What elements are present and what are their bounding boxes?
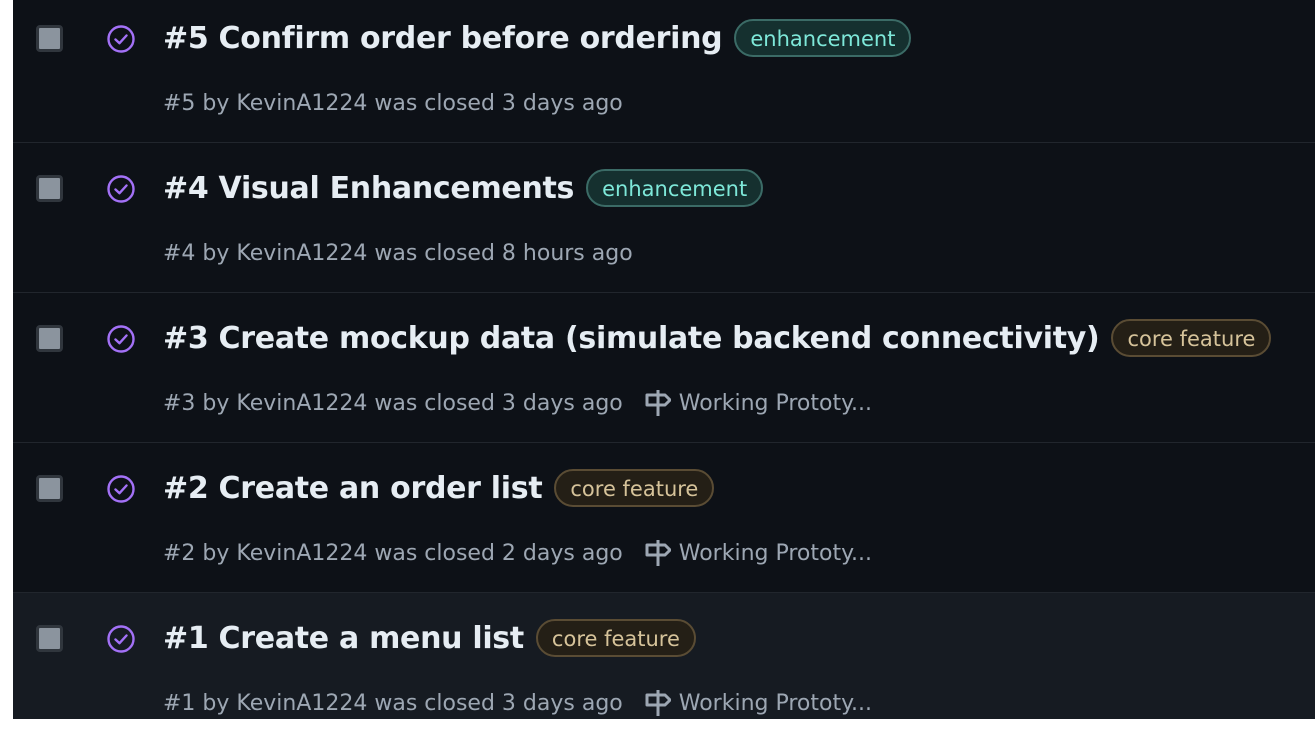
issue-title-link[interactable]: #3 Create mockup data (simulate backend … <box>163 321 1100 356</box>
label-enhancement[interactable]: enhancement <box>734 19 912 57</box>
issue-meta-text: #3 by KevinA1224 was closed 3 days ago <box>163 390 623 416</box>
issue-closed-icon <box>107 175 135 203</box>
label-core-feature[interactable]: core feature <box>554 469 715 507</box>
title-line: #3 Create mockup data (simulate backend … <box>163 313 1272 363</box>
issue-row: #1 Create a menu list core feature #1 by… <box>13 593 1315 719</box>
milestone-icon <box>645 540 671 566</box>
milestone-icon <box>645 690 671 716</box>
issue-meta: #1 by KevinA1224 was closed 3 days ago W… <box>163 683 872 719</box>
issue-checkbox[interactable] <box>36 325 63 352</box>
label-enhancement[interactable]: enhancement <box>586 169 764 207</box>
issue-meta-text: #1 by KevinA1224 was closed 3 days ago <box>163 690 623 716</box>
issue-meta: #4 by KevinA1224 was closed 8 hours ago <box>163 233 633 273</box>
title-line: #4 Visual Enhancements enhancement <box>163 163 764 213</box>
issue-row: #5 Confirm order before ordering enhance… <box>13 0 1315 143</box>
label-core-feature[interactable]: core feature <box>1111 319 1272 357</box>
issue-closed-icon <box>107 625 135 653</box>
issue-checkbox[interactable] <box>36 475 63 502</box>
issue-title-link[interactable]: #2 Create an order list <box>163 471 543 506</box>
issue-meta-text: #4 by KevinA1224 was closed 8 hours ago <box>163 240 633 266</box>
issue-closed-icon <box>107 325 135 353</box>
milestone-name: Working Prototy... <box>678 540 872 566</box>
issue-row: #3 Create mockup data (simulate backend … <box>13 293 1315 443</box>
issue-checkbox[interactable] <box>36 175 63 202</box>
issue-row: #4 Visual Enhancements enhancement #4 by… <box>13 143 1315 293</box>
issue-meta-text: #5 by KevinA1224 was closed 3 days ago <box>163 90 623 116</box>
milestone-name: Working Prototy... <box>678 690 872 716</box>
issue-meta: #5 by KevinA1224 was closed 3 days ago <box>163 83 623 123</box>
issue-meta: #3 by KevinA1224 was closed 3 days ago W… <box>163 383 872 423</box>
title-line: #1 Create a menu list core feature <box>163 613 696 663</box>
milestone-icon <box>645 390 671 416</box>
issue-row: #2 Create an order list core feature #2 … <box>13 443 1315 593</box>
issue-meta: #2 by KevinA1224 was closed 2 days ago W… <box>163 533 872 573</box>
issue-checkbox[interactable] <box>36 25 63 52</box>
issue-title-link[interactable]: #5 Confirm order before ordering <box>163 21 723 56</box>
milestone-name: Working Prototy... <box>678 390 872 416</box>
issue-closed-icon <box>107 25 135 53</box>
title-line: #2 Create an order list core feature <box>163 463 715 513</box>
issue-title-link[interactable]: #4 Visual Enhancements <box>163 171 574 206</box>
issue-closed-icon <box>107 475 135 503</box>
milestone-link[interactable]: Working Prototy... <box>645 539 872 567</box>
issue-list: #5 Confirm order before ordering enhance… <box>13 0 1315 719</box>
milestone-link[interactable]: Working Prototy... <box>645 389 872 417</box>
title-line: #5 Confirm order before ordering enhance… <box>163 13 912 63</box>
issue-meta-text: #2 by KevinA1224 was closed 2 days ago <box>163 540 623 566</box>
issue-title-link[interactable]: #1 Create a menu list <box>163 621 524 656</box>
label-core-feature[interactable]: core feature <box>535 619 696 657</box>
milestone-link[interactable]: Working Prototy... <box>645 689 872 717</box>
issue-checkbox[interactable] <box>36 625 63 652</box>
